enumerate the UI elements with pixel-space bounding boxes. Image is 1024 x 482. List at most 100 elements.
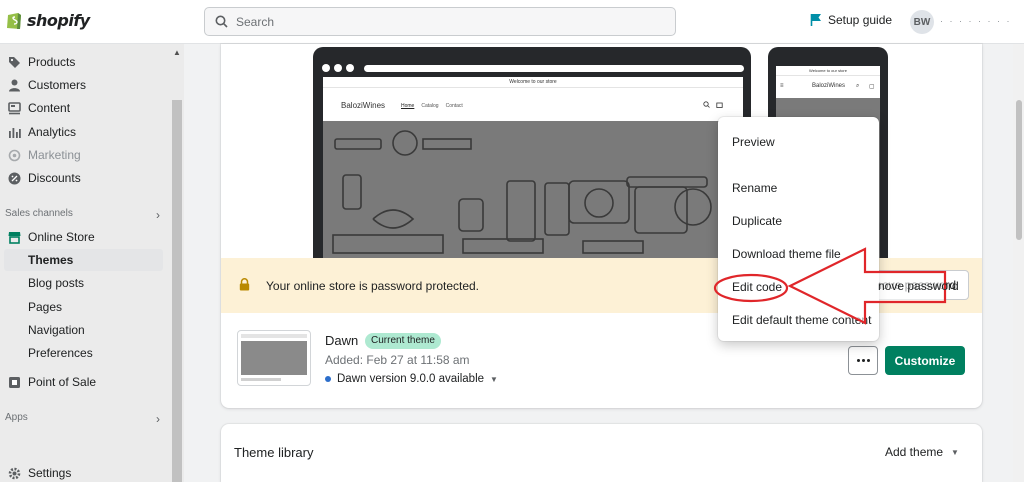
sidebar-item-blog-posts[interactable]: Blog posts: [0, 272, 170, 294]
sidebar-item-pages[interactable]: Pages: [0, 296, 170, 318]
store-icon: [7, 230, 21, 244]
caret-down-icon: ▼: [490, 374, 498, 384]
search-icon: [215, 15, 228, 28]
search-input[interactable]: [236, 14, 656, 29]
thumbnail-hero: [241, 341, 307, 375]
flag-icon: [810, 14, 821, 26]
theme-thumbnail[interactable]: [237, 330, 311, 386]
avatar[interactable]: BW: [910, 10, 934, 34]
sidebar-item-discounts[interactable]: Discounts: [0, 167, 170, 189]
apps-section[interactable]: Apps ›: [5, 412, 160, 426]
menu-item-rename[interactable]: Rename: [732, 181, 777, 195]
thumbnail-footer: [241, 378, 281, 381]
sidebar-item-label: Themes: [28, 253, 74, 267]
sidebar-scrollbar-thumb[interactable]: [172, 100, 182, 482]
sidebar-item-settings[interactable]: Settings: [0, 462, 170, 482]
preview-nav-contact: Contact: [445, 103, 463, 109]
theme-library-title: Theme library: [234, 445, 314, 460]
top-bar: shopify Setup guide BW · · · · · · · ·: [0, 0, 1024, 44]
sidebar-item-content[interactable]: Content: [0, 97, 170, 119]
theme-library-card: [221, 424, 982, 482]
preview-nav: Home Catalog Contact: [401, 103, 463, 109]
cart-icon: ▢: [869, 84, 875, 90]
customize-button[interactable]: Customize: [885, 346, 965, 375]
more-dot-icon: [861, 359, 865, 362]
sidebar-item-label: Analytics: [28, 125, 77, 139]
logo-text: shopify: [27, 10, 90, 30]
sidebar-item-label: Pages: [28, 300, 63, 314]
sidebar-item-label: Online Store: [28, 230, 95, 244]
sidebar-item-label: Blog posts: [28, 276, 85, 290]
remove-password-label-overlay[interactable]: nove password: [878, 279, 959, 293]
preview-brand: BaloziWines: [341, 101, 386, 110]
page-scrollbar-thumb[interactable]: [1016, 100, 1022, 240]
sidebar-item-label: Point of Sale: [28, 375, 97, 389]
sidebar-item-customers[interactable]: Customers: [0, 74, 170, 96]
menu-item-edit-code[interactable]: Edit code: [732, 280, 782, 294]
sidebar-item-products[interactable]: Products: [0, 51, 170, 73]
setup-guide-label: Setup guide: [828, 13, 893, 27]
shopify-logo[interactable]: shopify: [6, 10, 90, 30]
shopify-bag-icon: [7, 13, 21, 29]
content-icon: [7, 101, 21, 115]
caret-down-icon: ▼: [951, 447, 959, 457]
sidebar-item-point-of-sale[interactable]: Point of Sale: [0, 371, 170, 393]
analytics-icon: [7, 125, 21, 139]
menu-item-download-theme-file[interactable]: Download theme file: [732, 247, 841, 261]
search-icon: ⌕: [856, 83, 860, 89]
theme-actions-menu: [718, 117, 879, 341]
info-dot-icon: [325, 376, 331, 382]
preview-header-icons: [703, 101, 723, 108]
gear-icon: [7, 466, 21, 480]
hamburger-icon: ≡: [780, 83, 784, 89]
menu-item-duplicate[interactable]: Duplicate: [732, 214, 782, 228]
setup-guide-button[interactable]: Setup guide: [810, 13, 892, 27]
theme-name: Dawn: [325, 333, 359, 348]
add-theme-dropdown[interactable]: Add theme ▼: [885, 445, 959, 459]
sidebar-item-preferences[interactable]: Preferences: [0, 342, 170, 364]
sidebar-item-online-store[interactable]: Online Store: [0, 226, 170, 248]
sidebar-item-themes[interactable]: Themes: [4, 249, 163, 271]
cart-icon: [716, 102, 723, 108]
sales-channels-section[interactable]: Sales channels ›: [5, 208, 160, 222]
preview-hero-image: [323, 121, 743, 261]
sidebar-item-analytics[interactable]: Analytics: [0, 121, 170, 143]
sidebar-item-marketing[interactable]: Marketing: [0, 144, 170, 166]
mobile-preview-announcement: Welcome to our store: [776, 66, 880, 76]
theme-added-date: Added: Feb 27 at 11:58 am: [325, 353, 470, 367]
sidebar-item-label: Navigation: [28, 323, 85, 337]
lock-icon: [239, 278, 250, 291]
sidebar-item-label: Discounts: [28, 171, 81, 185]
discount-icon: [7, 171, 21, 185]
menu-item-edit-default-theme-content[interactable]: Edit default theme content: [732, 313, 871, 327]
scroll-up-arrow-icon[interactable]: ▲: [173, 48, 181, 57]
more-dot-icon: [866, 359, 870, 362]
theme-version-dropdown[interactable]: Dawn version 9.0.0 available ▼: [325, 373, 498, 385]
chevron-right-icon[interactable]: ›: [156, 412, 160, 426]
sidebar-item-label: Settings: [28, 466, 72, 480]
mobile-preview-header: ≡ BaloziWines ⌕ ▢: [776, 76, 880, 98]
preview-nav-catalog: Catalog: [421, 103, 439, 109]
window-dots: [322, 64, 354, 72]
account-name[interactable]: · · · · · · · ·: [940, 16, 1011, 26]
current-theme-badge: Current theme: [365, 333, 441, 349]
sidebar-item-label: Customers: [28, 78, 87, 92]
search-box[interactable]: [204, 7, 676, 36]
more-dot-icon: [856, 359, 860, 362]
preview-nav-home: Home: [401, 103, 415, 109]
chevron-right-icon[interactable]: ›: [156, 208, 160, 222]
marketing-icon: [7, 148, 21, 162]
menu-item-preview[interactable]: Preview: [732, 135, 775, 149]
add-theme-label: Add theme: [885, 445, 944, 459]
more-actions-button[interactable]: [848, 346, 878, 375]
sidebar-item-label: Marketing: [28, 148, 81, 162]
sidebar-item-navigation[interactable]: Navigation: [0, 319, 170, 341]
apps-label: Apps: [5, 412, 28, 423]
sidebar-item-label: Preferences: [28, 346, 93, 360]
mobile-preview-brand: BaloziWines: [812, 83, 846, 89]
point-of-sale-icon: [7, 375, 21, 389]
desktop-preview-screen[interactable]: Welcome to our store BaloziWines Home Ca…: [323, 77, 743, 261]
person-icon: [7, 78, 21, 92]
sidebar-item-label: Content: [28, 101, 71, 115]
theme-version-label: Dawn version 9.0.0 available: [337, 373, 485, 385]
